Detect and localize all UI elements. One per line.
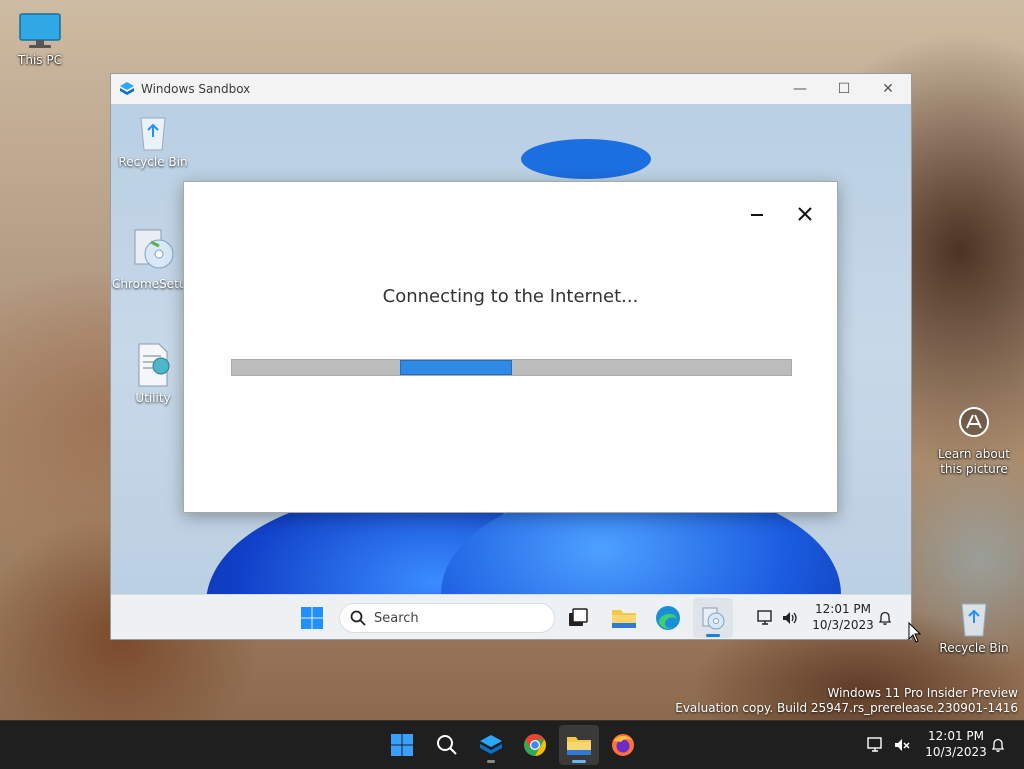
- mouse-cursor-icon: [908, 622, 922, 643]
- file-explorer-button[interactable]: [604, 598, 644, 638]
- chromesetup-taskbar-button[interactable]: [693, 598, 733, 638]
- progress-bar: [231, 359, 792, 376]
- script-file-icon: [138, 343, 170, 387]
- host-chrome-button[interactable]: [515, 725, 555, 765]
- desktop-icon-learn-about-picture[interactable]: Learn about this picture: [934, 404, 1014, 477]
- running-indicator: [487, 760, 495, 763]
- host-taskbar-clock[interactable]: 12:01 PM 10/3/2023: [920, 728, 992, 760]
- folder-icon: [612, 610, 636, 628]
- desktop-icon-label: Recycle Bin: [118, 155, 188, 169]
- sandbox-app-icon: [480, 735, 502, 754]
- minimize-button[interactable]: —: [777, 74, 823, 104]
- host-start-button[interactable]: [382, 725, 422, 765]
- evaluation-watermark: Windows 11 Pro Insider Preview Evaluatio…: [675, 686, 1018, 716]
- windows-logo-icon: [391, 734, 413, 756]
- recycle-bin-icon: [961, 603, 987, 637]
- bell-icon: [878, 611, 892, 625]
- host-network-tray-button[interactable]: [862, 725, 890, 765]
- installer-dialog: Connecting to the Internet...: [183, 181, 838, 513]
- taskbar-clock[interactable]: 12:01 PM 10/3/2023: [807, 601, 879, 633]
- taskbar-search-box[interactable]: Search: [339, 603, 555, 633]
- search-icon: [350, 610, 366, 626]
- progress-bar-chunk: [400, 360, 512, 375]
- host-notifications-button[interactable]: [984, 725, 1012, 765]
- monitor-icon: [19, 13, 61, 48]
- close-button[interactable]: ✕: [865, 74, 911, 104]
- sandbox-taskbar: Search 12:01 PM 10/3/2023: [111, 594, 911, 639]
- speaker-icon: [783, 612, 797, 624]
- clock-date: 10/3/2023: [812, 618, 874, 632]
- firefox-icon: [612, 734, 634, 756]
- desktop-icon-label: Recycle Bin: [939, 641, 1009, 655]
- bell-icon: [991, 738, 1005, 752]
- maximize-button[interactable]: ☐: [821, 74, 867, 104]
- network-icon: [867, 737, 882, 752]
- dialog-close-button[interactable]: [792, 202, 818, 226]
- clock-time: 12:01 PM: [928, 729, 984, 743]
- task-view-button[interactable]: [558, 598, 598, 638]
- installer-icon: [702, 607, 725, 630]
- network-icon: [757, 610, 772, 625]
- windows-logo-icon: [301, 607, 323, 629]
- wallpaper-bloom: [521, 139, 651, 179]
- active-indicator: [706, 634, 720, 637]
- watermark-line-1: Windows 11 Pro Insider Preview: [827, 686, 1018, 700]
- desktop-icon-this-pc[interactable]: This PC: [0, 12, 80, 68]
- close-icon: [798, 207, 812, 221]
- host-taskbar: 12:01 PM 10/3/2023: [0, 720, 1024, 769]
- task-view-icon: [569, 608, 588, 626]
- volume-tray-button[interactable]: [777, 598, 803, 638]
- host-firefox-button[interactable]: [603, 725, 643, 765]
- window-title: Windows Sandbox: [141, 82, 251, 96]
- watermark-line-2: Evaluation copy. Build 25947.rs_prerelea…: [675, 701, 1018, 715]
- edge-browser-icon: [656, 606, 680, 630]
- dialog-minimize-button[interactable]: [744, 202, 770, 226]
- desktop-icon-recycle-bin[interactable]: Recycle Bin: [934, 598, 1014, 656]
- host-search-button[interactable]: [427, 725, 467, 765]
- folder-icon: [567, 737, 591, 755]
- status-message: Connecting to the Internet...: [382, 286, 639, 307]
- search-icon: [437, 735, 457, 755]
- clock-time: 12:01 PM: [815, 602, 871, 616]
- host-volume-muted-tray-button[interactable]: [888, 725, 916, 765]
- running-indicator: [572, 760, 586, 763]
- sandbox-titlebar[interactable]: Windows Sandbox — ☐ ✕: [111, 74, 911, 104]
- speaker-muted-icon: [895, 739, 910, 751]
- host-sandbox-button[interactable]: [471, 725, 511, 765]
- sandbox-app-icon: [119, 81, 135, 100]
- camera-lens-icon: [959, 407, 989, 437]
- clock-date: 10/3/2023: [925, 745, 987, 759]
- desktop-icon-label: This PC: [18, 53, 62, 67]
- network-tray-button[interactable]: [752, 598, 780, 638]
- chrome-icon: [524, 734, 546, 756]
- installer-icon: [134, 229, 174, 269]
- search-placeholder: Search: [374, 610, 419, 626]
- desktop-icon-label: Learn about this picture: [938, 447, 1010, 476]
- notifications-button[interactable]: [871, 598, 899, 638]
- start-button[interactable]: [292, 598, 332, 638]
- edge-button[interactable]: [648, 598, 688, 638]
- minimize-icon: [751, 214, 763, 216]
- host-file-explorer-button[interactable]: [559, 725, 599, 765]
- sandbox-icon-recycle-bin[interactable]: Recycle Bin: [111, 112, 195, 170]
- recycle-bin-icon: [140, 117, 166, 151]
